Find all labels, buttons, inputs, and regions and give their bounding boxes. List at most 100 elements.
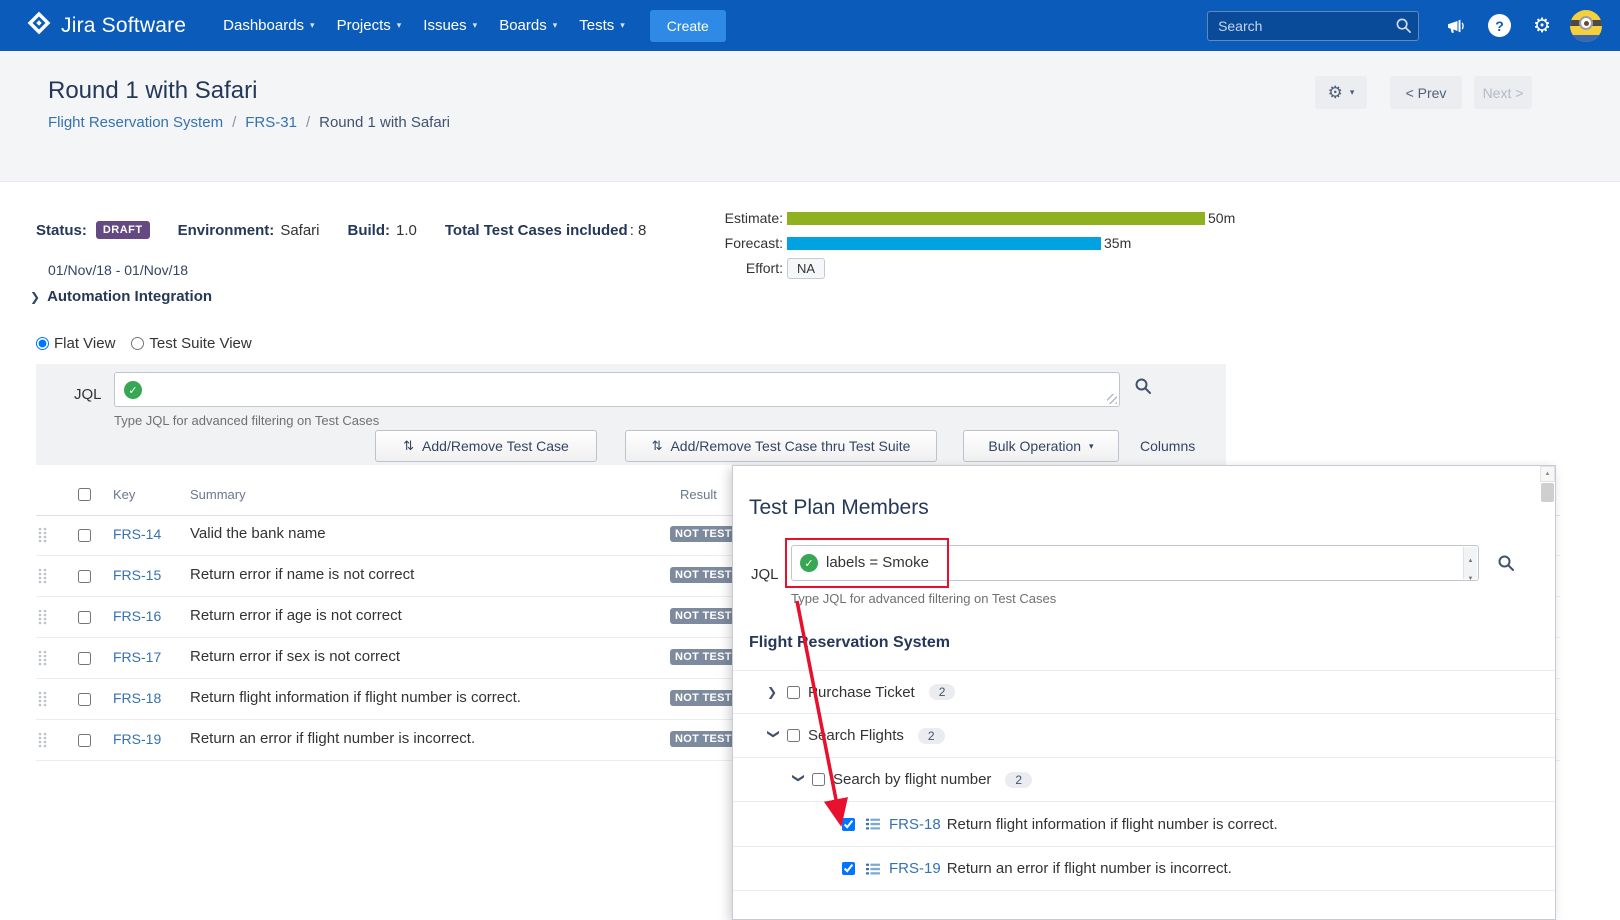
suite-checkbox[interactable] <box>812 773 825 786</box>
jql-search-icon[interactable] <box>1134 377 1152 400</box>
brand[interactable]: Jira Software <box>26 10 186 41</box>
suite-count-badge: 2 <box>918 728 945 744</box>
next-button[interactable]: Next > <box>1474 76 1532 109</box>
flat-view-radio[interactable] <box>36 337 49 350</box>
gear-icon[interactable]: ⚙ <box>1533 16 1551 36</box>
scroll-up-icon[interactable] <box>1468 549 1474 567</box>
issue-key-link[interactable]: FRS-18 <box>113 690 161 706</box>
nav-item-label: Issues <box>423 17 466 34</box>
jql-label: JQL <box>751 566 779 583</box>
issue-key-link[interactable]: FRS-15 <box>113 567 161 583</box>
case-checkbox[interactable] <box>842 818 855 831</box>
nav-item-label: Boards <box>499 17 547 34</box>
tree-suite-row: Search Flights 2 <box>733 713 1555 757</box>
button-label: Add/Remove Test Case <box>422 438 569 454</box>
scroll-down-icon[interactable] <box>1468 567 1474 585</box>
suite-count-badge: 2 <box>1005 772 1032 788</box>
add-remove-test-case-button[interactable]: ⇅ Add/Remove Test Case <box>375 430 597 462</box>
user-avatar[interactable] <box>1570 10 1602 42</box>
tree-suite-row: Purchase Ticket 2 <box>733 670 1555 713</box>
row-checkbox[interactable] <box>78 734 91 747</box>
column-header-key: Key <box>113 487 135 502</box>
issue-key-link[interactable]: FRS-16 <box>113 608 161 624</box>
columns-button[interactable]: Columns <box>1140 438 1195 454</box>
chevron-down-icon[interactable] <box>792 773 806 787</box>
drag-handle-icon[interactable] <box>38 568 47 589</box>
estimate-label: Estimate: <box>699 210 783 226</box>
dialog-jql-hint: Type JQL for advanced filtering on Test … <box>791 591 1056 606</box>
nav-item-label: Tests <box>579 17 614 34</box>
issue-key-link[interactable]: FRS-18 <box>889 816 941 833</box>
help-icon[interactable]: ? <box>1488 14 1511 37</box>
jql-input[interactable] <box>114 372 1120 407</box>
add-remove-thru-suite-button[interactable]: ⇅ Add/Remove Test Case thru Test Suite <box>625 430 937 462</box>
row-summary: Return error if sex is not correct <box>190 648 400 665</box>
test-suite-view-radio[interactable] <box>131 337 144 350</box>
button-label: Add/Remove Test Case thru Test Suite <box>670 438 910 454</box>
row-checkbox[interactable] <box>78 693 91 706</box>
drag-handle-icon[interactable] <box>38 609 47 630</box>
issue-key-link[interactable]: FRS-14 <box>113 526 161 542</box>
page-title: Round 1 with Safari <box>48 77 257 105</box>
row-summary: Return error if age is not correct <box>190 607 402 624</box>
nav-item-tests[interactable]: Tests▾ <box>568 0 636 51</box>
brand-name: Jira Software <box>61 14 186 38</box>
automation-integration-toggle[interactable]: ❯ Automation Integration <box>30 288 212 305</box>
test-suite-view-option[interactable]: Test Suite View <box>131 335 251 352</box>
suite-checkbox[interactable] <box>787 686 800 699</box>
tree-case-row: FRS-18 Return flight information if flig… <box>733 801 1555 846</box>
search-icon[interactable] <box>1395 17 1412 39</box>
sort-arrows-icon: ⇅ <box>403 438 414 454</box>
field-scrollbar[interactable] <box>1463 547 1477 579</box>
settings-dropdown-button[interactable]: ⚙▾ <box>1315 76 1367 109</box>
build-label: Build: <box>348 222 391 239</box>
breadcrumb-issue-link[interactable]: FRS-31 <box>245 114 297 131</box>
tree-suite-row: Search by flight number 2 <box>733 757 1555 801</box>
dialog-jql-input[interactable]: labels = Smoke <box>791 545 1479 581</box>
estimate-bar <box>787 212 1205 225</box>
suite-label: Search by flight number <box>833 771 991 788</box>
nav-item-dashboards[interactable]: Dashboards▾ <box>212 0 325 51</box>
tree-case-row: FRS-19 Return an error if flight number … <box>733 846 1555 890</box>
drag-handle-icon[interactable] <box>38 732 47 753</box>
row-checkbox[interactable] <box>78 652 91 665</box>
automation-label: Automation Integration <box>47 288 212 305</box>
status-badge: DRAFT <box>96 221 150 239</box>
forecast-value: 35m <box>1104 235 1131 251</box>
nav-item-boards[interactable]: Boards▾ <box>488 0 568 51</box>
drag-handle-icon[interactable] <box>38 527 47 548</box>
chevron-right-icon: ❯ <box>30 290 40 304</box>
prev-button[interactable]: < Prev <box>1390 76 1462 109</box>
issue-key-link[interactable]: FRS-19 <box>113 731 161 747</box>
feedback-megaphone-icon[interactable] <box>1446 16 1466 36</box>
select-all-checkbox[interactable] <box>78 488 91 501</box>
bulk-operation-button[interactable]: Bulk Operation ▾ <box>963 430 1119 462</box>
drag-handle-icon[interactable] <box>38 650 47 671</box>
suite-checkbox[interactable] <box>787 729 800 742</box>
forecast-label: Forecast: <box>699 235 783 251</box>
row-checkbox[interactable] <box>78 570 91 583</box>
breadcrumb-project-link[interactable]: Flight Reservation System <box>48 114 223 131</box>
forecast-bar <box>787 237 1101 250</box>
nav-item-projects[interactable]: Projects▾ <box>326 0 413 51</box>
create-button[interactable]: Create <box>650 10 726 42</box>
scrollbar[interactable] <box>1540 466 1555 504</box>
main-menu: Dashboards▾ Projects▾ Issues▾ Boards▾ Te… <box>212 0 636 51</box>
issue-key-link[interactable]: FRS-17 <box>113 649 161 665</box>
search-input[interactable] <box>1207 11 1419 41</box>
row-summary: Return an error if flight number is inco… <box>190 730 475 747</box>
button-label: Bulk Operation <box>988 438 1081 454</box>
dialog-jql-search-icon[interactable] <box>1497 554 1515 577</box>
drag-handle-icon[interactable] <box>38 691 47 712</box>
flat-view-option[interactable]: Flat View <box>36 335 115 352</box>
nav-item-label: Projects <box>337 17 391 34</box>
case-checkbox[interactable] <box>842 862 855 875</box>
row-checkbox[interactable] <box>78 529 91 542</box>
nav-item-issues[interactable]: Issues▾ <box>412 0 488 51</box>
chevron-right-icon[interactable] <box>767 685 787 699</box>
issue-key-link[interactable]: FRS-19 <box>889 860 941 877</box>
resize-handle-icon[interactable] <box>1107 394 1117 404</box>
project-tree-title: Flight Reservation System <box>749 634 950 652</box>
chevron-down-icon[interactable] <box>767 729 781 743</box>
row-checkbox[interactable] <box>78 611 91 624</box>
